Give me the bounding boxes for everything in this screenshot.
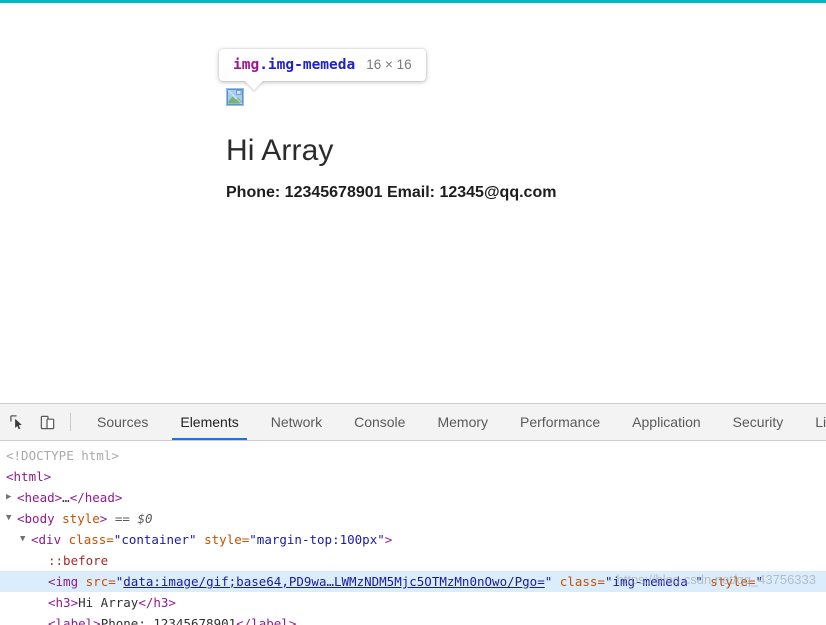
inspect-element-icon[interactable]	[2, 404, 32, 440]
expand-triangle-collapsed-icon[interactable]: ▶	[6, 487, 17, 508]
tab-security[interactable]: Security	[717, 404, 800, 440]
dom-line-html[interactable]: <html>	[0, 466, 826, 487]
tab-application[interactable]: Application	[616, 404, 717, 440]
devtools-panel: Sources Elements Network Console Memory …	[0, 403, 826, 625]
img-class-value: "img-memeda "	[604, 574, 703, 589]
body-style-attr: style	[62, 511, 100, 526]
dom-line-h3[interactable]: <h3>Hi Array</h3>	[0, 592, 826, 613]
img-src-value[interactable]: data:image/gif;base64,PD9wa…LWMzNDM5Mjc5…	[123, 574, 544, 589]
tab-performance[interactable]: Performance	[504, 404, 616, 440]
tab-sources[interactable]: Sources	[81, 404, 164, 440]
broken-image-glyph	[227, 89, 243, 105]
img-style-attr: style=	[702, 574, 756, 589]
inspector-tooltip: img.img-memeda 16 × 16	[219, 49, 426, 90]
tooltip-selector: img.img-memeda	[233, 57, 355, 73]
device-toolbar-icon[interactable]	[32, 404, 62, 440]
toolbar-divider	[70, 413, 71, 431]
body-open-tag: <body	[17, 511, 63, 526]
tooltip-dimensions: 16 × 16	[366, 57, 412, 72]
div-style-attr: style=	[196, 532, 250, 547]
expand-triangle-expanded-icon[interactable]: ▼	[6, 508, 17, 529]
inspect-cursor-glyph	[9, 414, 22, 429]
div-open-tag: <div	[31, 532, 69, 547]
div-style-value: "margin-top:100px"	[249, 532, 385, 547]
tab-elements[interactable]: Elements	[164, 404, 254, 440]
head-open-tag: <head>	[17, 490, 63, 505]
div-gt: >	[384, 532, 393, 547]
tab-lighthouse[interactable]: Lig	[799, 404, 826, 440]
doctype-text: <!DOCTYPE html>	[6, 448, 119, 463]
html-tag-text: <html>	[6, 469, 52, 484]
dom-tree[interactable]: <!DOCTYPE html> <html> ▶ <head>…</head> ▼…	[0, 441, 826, 625]
tooltip-arrow	[244, 80, 264, 90]
page-content-container: Hi Array Phone: 12345678901 Email: 12345…	[226, 88, 556, 202]
dom-line-doctype[interactable]: <!DOCTYPE html>	[0, 445, 826, 466]
dom-line-label[interactable]: <label>Phone: 12345678901</label>	[0, 613, 826, 625]
devtools-tab-bar: Sources Elements Network Console Memory …	[81, 404, 826, 440]
img-open-tag: <img	[48, 574, 86, 589]
dom-line-head[interactable]: ▶ <head>…</head>	[0, 487, 826, 508]
h3-close-tag: </h3>	[138, 595, 176, 610]
device-toggle-glyph	[40, 415, 54, 429]
img-style-quote: "	[755, 574, 763, 589]
tab-network[interactable]: Network	[255, 404, 338, 440]
h3-text: Hi Array	[78, 595, 139, 610]
dom-line-div-container[interactable]: ▼ <div class="container" style="margin-to…	[0, 529, 826, 550]
h3-open-tag: <h3>	[48, 595, 79, 610]
broken-image-icon[interactable]	[226, 88, 244, 106]
img-class-attr: class=	[552, 574, 605, 589]
dom-line-img[interactable]: <img src= " data:image/gif;base64,PD9wa…LW…	[0, 571, 826, 592]
tab-memory[interactable]: Memory	[421, 404, 504, 440]
pseudo-before-text: ::before	[48, 553, 109, 568]
head-close-tag: </head>	[69, 490, 123, 505]
dom-line-body[interactable]: ▼ <body style> == $0	[0, 508, 826, 529]
div-class-value: "container"	[113, 532, 197, 547]
page-viewport: Hi Array Phone: 12345678901 Email: 12345…	[0, 3, 826, 403]
selected-node-ref: $0	[137, 511, 153, 526]
div-class-attr: class=	[68, 532, 114, 547]
tab-console[interactable]: Console	[338, 404, 421, 440]
devtools-toolbar: Sources Elements Network Console Memory …	[0, 404, 826, 441]
page-contact-line: Phone: 12345678901 Email: 12345@qq.com	[226, 184, 557, 201]
body-equals: ==	[107, 511, 138, 526]
page-heading: Hi Array	[226, 134, 334, 167]
expand-triangle-expanded-icon[interactable]: ▼	[20, 529, 31, 550]
tooltip-class-name: .img-memeda	[259, 57, 356, 73]
img-src-attr: src=	[85, 574, 116, 589]
tooltip-tag-name: img	[233, 57, 260, 73]
dom-line-pseudo-before[interactable]: ::before	[0, 550, 826, 571]
head-ellipsis: …	[62, 490, 70, 505]
